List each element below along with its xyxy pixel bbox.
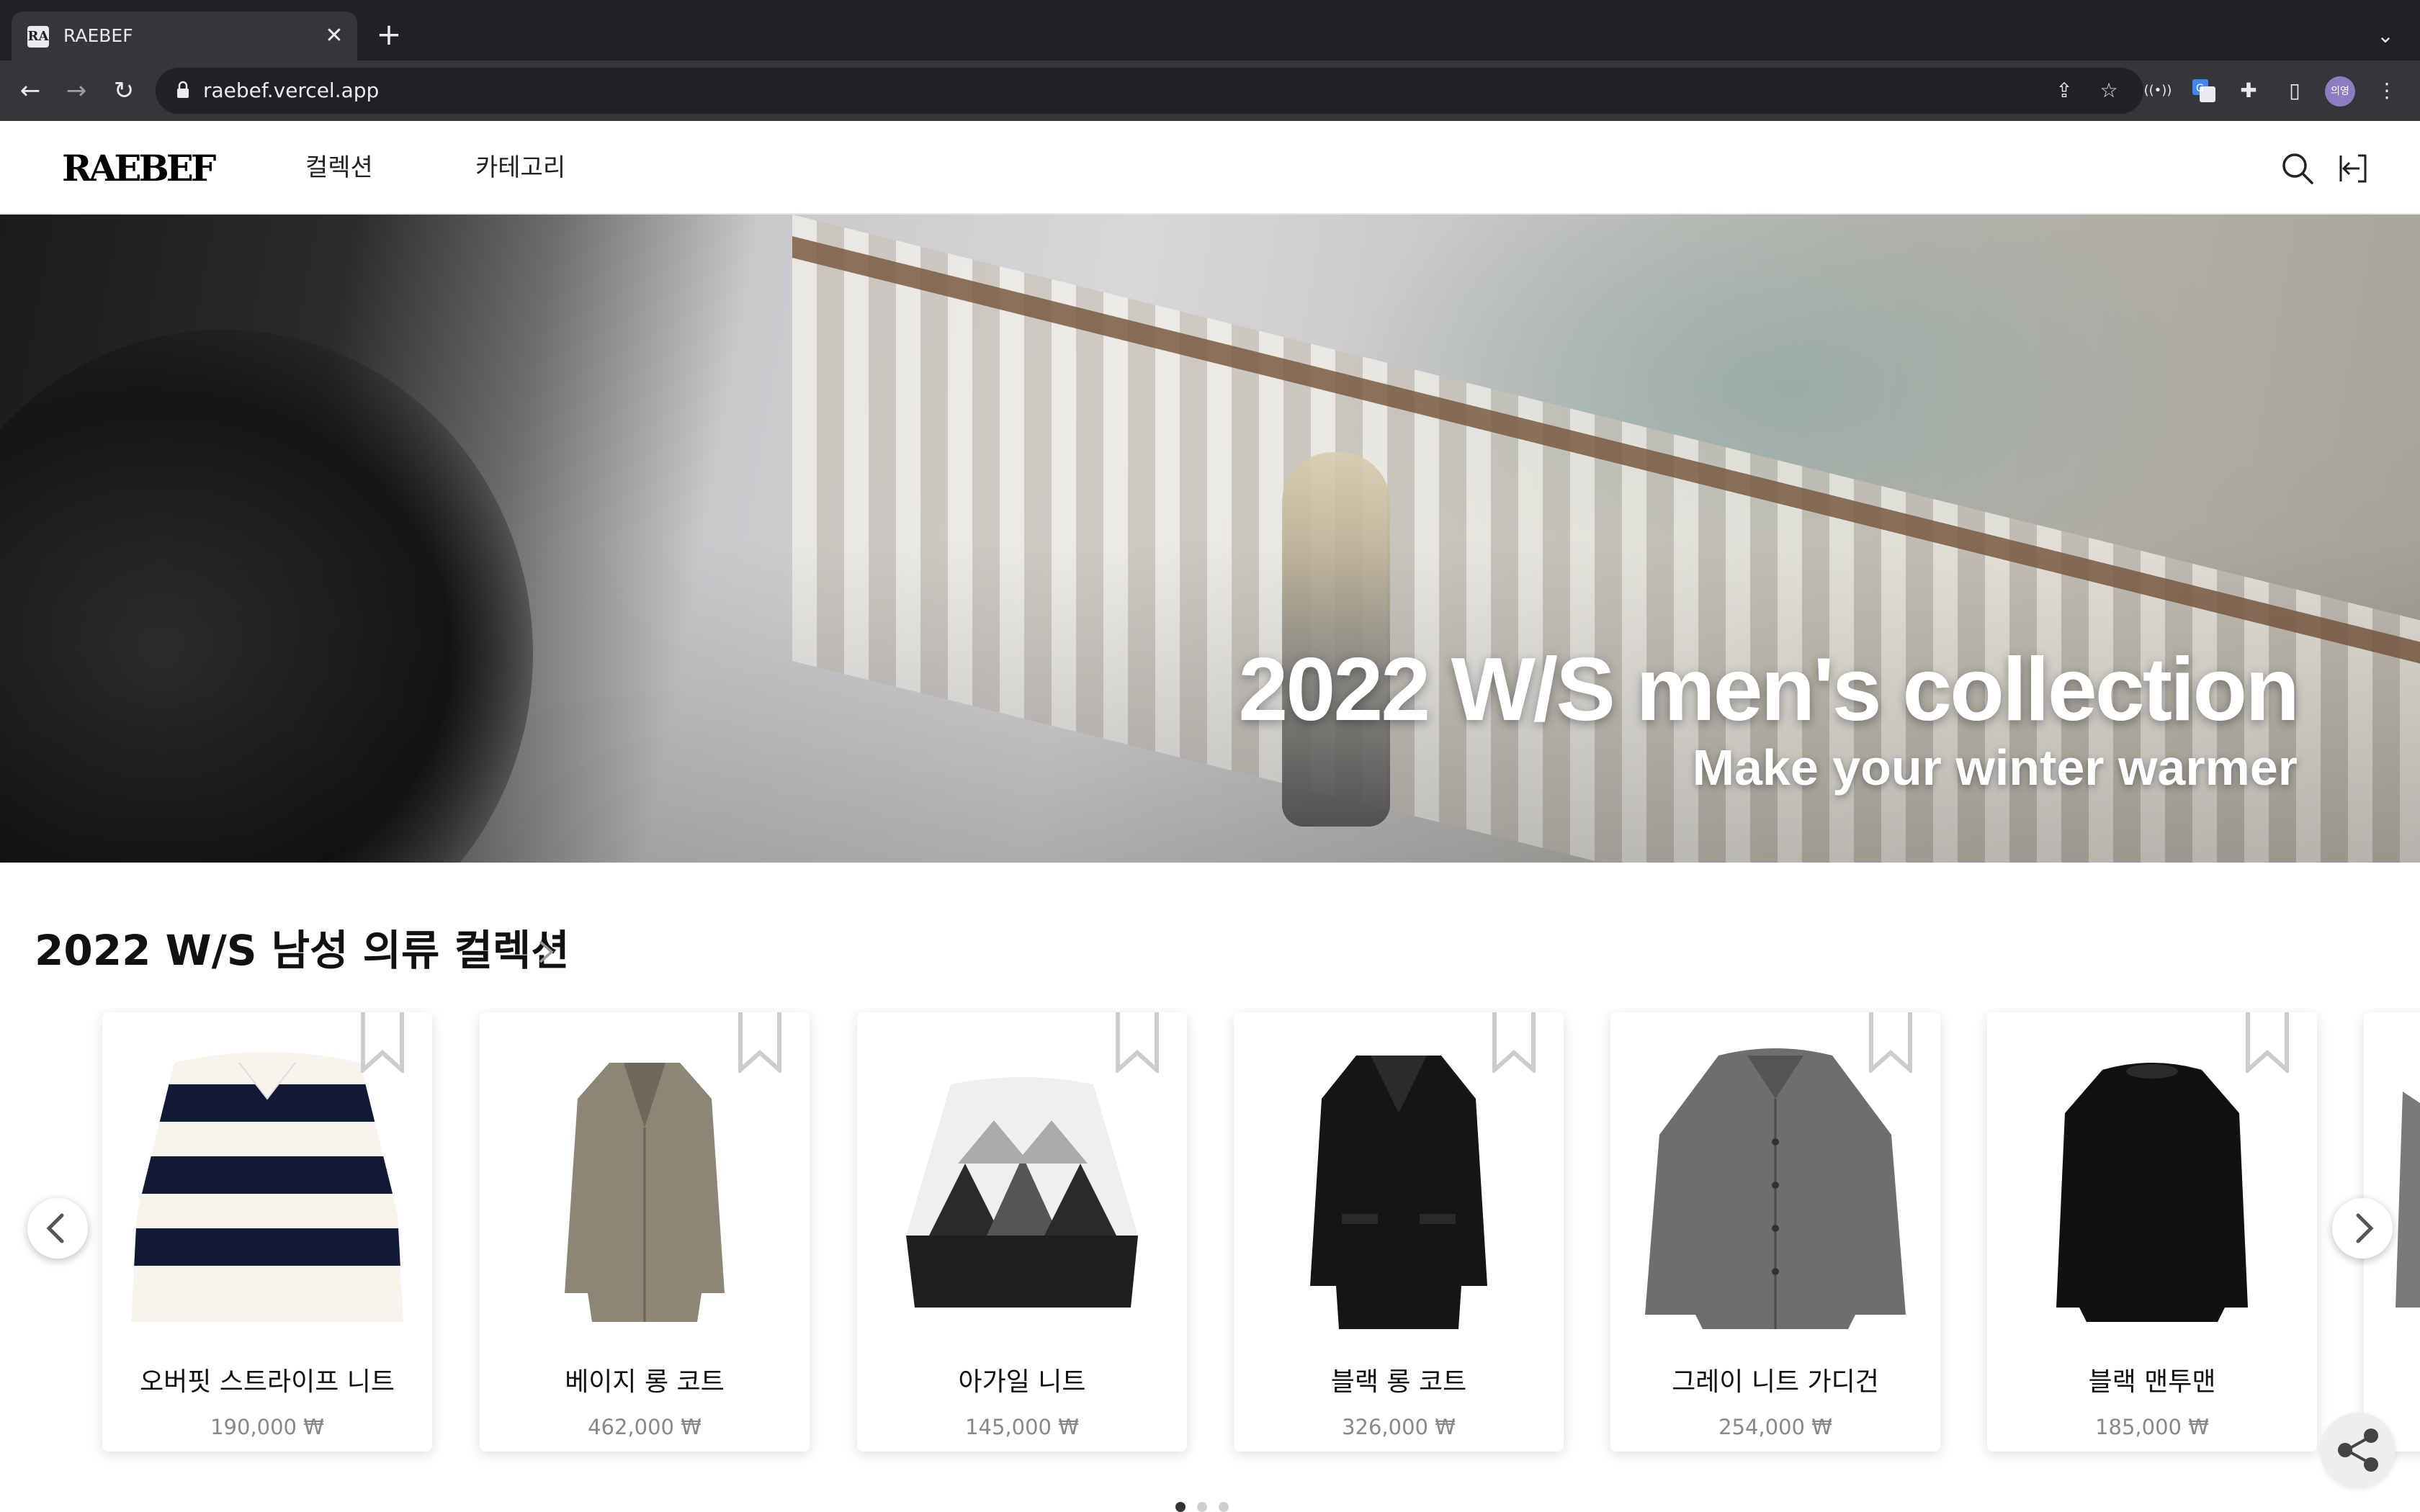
bookmark-icon[interactable] xyxy=(1867,1012,1914,1073)
section-title: 2022 W/S 남성 의류 컬렉션 xyxy=(35,926,570,975)
site-header: RAEBEF 컬렉션 카테고리 xyxy=(0,121,2420,215)
bookmark-icon[interactable] xyxy=(359,1012,406,1073)
back-icon[interactable]: ← xyxy=(12,72,49,109)
forward-icon[interactable]: → xyxy=(58,72,95,109)
reload-icon[interactable]: ↻ xyxy=(105,72,143,109)
chevron-right-icon xyxy=(2356,1213,2374,1243)
product-name: 블랙 맨투맨 xyxy=(2088,1367,2216,1397)
extensions-icon[interactable]: ✚ xyxy=(2231,73,2266,108)
browser-tabstrip: RA RAEBEF ✕ + ⌄ xyxy=(0,0,2420,60)
profile-avatar[interactable]: 의영 xyxy=(2325,76,2355,107)
bookmark-icon[interactable] xyxy=(2244,1012,2291,1073)
new-tab-icon[interactable]: + xyxy=(372,19,406,53)
search-icon[interactable] xyxy=(2279,150,2316,187)
favicon-icon: RA xyxy=(27,26,49,48)
chevron-right-icon[interactable] xyxy=(532,935,560,969)
carousel-pagination xyxy=(1175,1500,1240,1512)
hero-subtitle: Make your winter warmer xyxy=(1692,739,2298,796)
product-image-gray-cardigan xyxy=(1645,1048,1906,1329)
product-name: 그레이 니트 가디건 xyxy=(1672,1367,1879,1397)
product-price: 145,000 ₩ xyxy=(965,1415,1079,1439)
tab-title: RAEBEF xyxy=(63,25,133,46)
carousel-next-button[interactable] xyxy=(2332,1198,2393,1259)
product-price: 326,000 ₩ xyxy=(1342,1415,1456,1439)
product-card[interactable]: 블랙 롱 코트 326,000 ₩ xyxy=(1234,1012,1564,1452)
hero-title: 2022 W/S men's collection xyxy=(1238,640,2300,739)
product-image-black-coat xyxy=(1310,1056,1487,1329)
carousel-prev-button[interactable] xyxy=(27,1198,88,1259)
hero-banner: 2022 W/S men's collection Make your wint… xyxy=(0,215,2420,863)
product-name: 아가일 니트 xyxy=(958,1367,1086,1397)
translate-icon[interactable]: G xyxy=(2187,73,2221,108)
url-text: raebef.vercel.app xyxy=(203,78,380,102)
address-bar[interactable]: raebef.vercel.app ⇪ ☆ xyxy=(156,68,2143,114)
logout-icon[interactable] xyxy=(2336,150,2374,187)
product-price: 254,000 ₩ xyxy=(1718,1415,1832,1439)
svg-text:G: G xyxy=(2196,83,2204,94)
bookmark-icon[interactable] xyxy=(1490,1012,1538,1073)
product-name: 베이지 롱 코트 xyxy=(565,1367,725,1397)
pagination-dot-1[interactable] xyxy=(1175,1502,1186,1512)
pagination-dot-3[interactable] xyxy=(1219,1502,1229,1512)
site-logo[interactable]: RAEBEF xyxy=(62,147,216,190)
product-card[interactable]: 그레이 니트 가디건 254,000 ₩ xyxy=(1610,1012,1940,1452)
product-price: 185,000 ₩ xyxy=(2095,1415,2209,1439)
browser-tab[interactable]: RA RAEBEF ✕ xyxy=(12,12,357,60)
product-card[interactable]: 베이지 롱 코트 462,000 ₩ xyxy=(480,1012,810,1452)
nav-collection[interactable]: 컬렉션 xyxy=(305,151,373,184)
star-icon[interactable]: ☆ xyxy=(2093,75,2125,107)
share-page-icon[interactable]: ⇪ xyxy=(2048,75,2080,107)
product-image-argyle-knit xyxy=(906,1077,1138,1308)
tab-search-chevron-icon[interactable]: ⌄ xyxy=(2368,19,2403,53)
bookmark-icon[interactable] xyxy=(736,1012,784,1073)
lock-icon xyxy=(177,81,189,98)
side-panel-icon[interactable]: ▯ xyxy=(2277,73,2312,108)
cast-icon[interactable]: ((•)) xyxy=(2141,73,2175,108)
product-name: 블랙 롱 코트 xyxy=(1330,1367,1467,1397)
product-card[interactable]: 아가일 니트 145,000 ₩ xyxy=(857,1012,1187,1452)
product-image-black-sweatshirt xyxy=(2056,1063,2248,1322)
menu-icon[interactable]: ⋮ xyxy=(2370,73,2404,108)
product-price: 462,000 ₩ xyxy=(588,1415,702,1439)
product-image-partial xyxy=(2396,1092,2420,1308)
pagination-dot-2[interactable] xyxy=(1197,1502,1207,1512)
product-card[interactable]: 블랙 맨투맨 185,000 ₩ xyxy=(1987,1012,2317,1452)
bookmark-icon[interactable] xyxy=(1113,1012,1161,1073)
share-button[interactable] xyxy=(2321,1413,2396,1488)
nav-category[interactable]: 카테고리 xyxy=(475,151,565,184)
product-card[interactable]: 오버핏 스트라이프 니트 190,000 ₩ xyxy=(102,1012,432,1452)
close-tab-icon[interactable]: ✕ xyxy=(318,20,350,52)
browser-toolbar: ← → ↻ raebef.vercel.app ⇪ ☆ ((•)) G ✚ ▯ … xyxy=(0,60,2420,121)
product-image-striped-knit xyxy=(131,1052,403,1322)
chevron-left-icon xyxy=(46,1213,64,1243)
product-carousel: 오버핏 스트라이프 니트 190,000 ₩ 베이지 롱 코트 462,000 … xyxy=(0,1008,2420,1469)
product-price: 190,000 ₩ xyxy=(210,1415,324,1439)
product-name: 오버핏 스트라이프 니트 xyxy=(139,1367,395,1397)
product-image-beige-coat xyxy=(565,1063,725,1322)
share-icon xyxy=(2338,1428,2378,1472)
